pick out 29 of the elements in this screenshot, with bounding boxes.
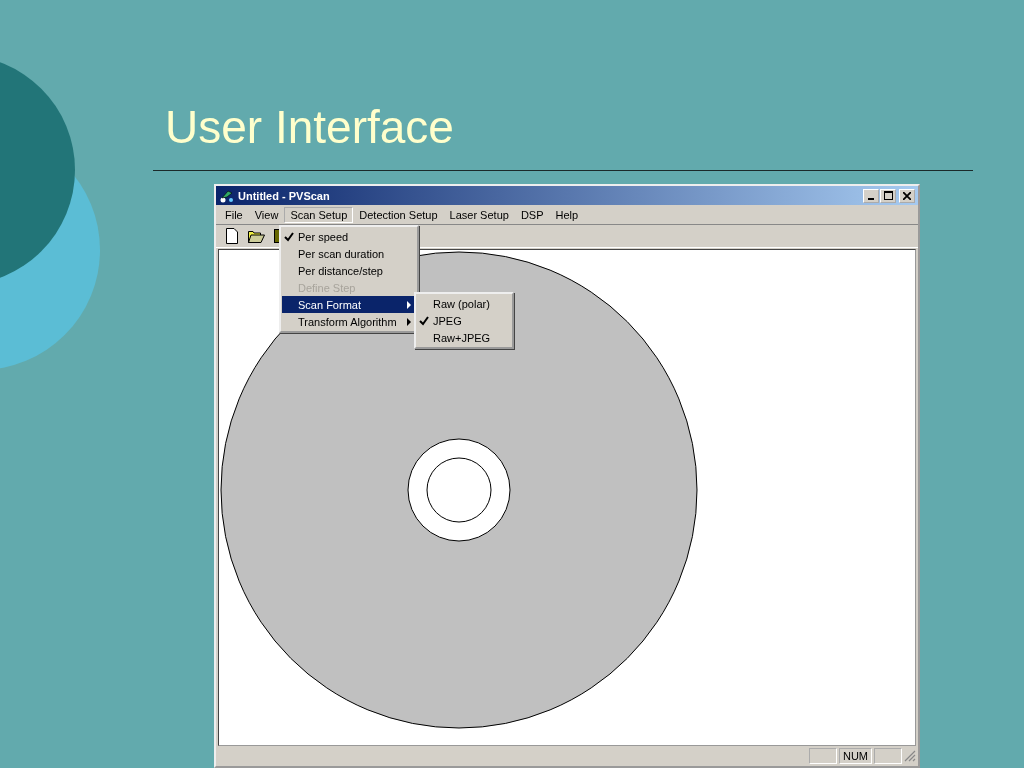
menu-option[interactable]: Per distance/step [282, 262, 416, 279]
status-indicator: NUM [838, 748, 872, 764]
menu-option[interactable]: Per speed [282, 228, 416, 245]
window-title: Untitled - PVScan [238, 189, 330, 202]
menu-item[interactable]: Laser Setup [443, 206, 515, 223]
maximize-button[interactable] [880, 188, 896, 203]
menu-item[interactable]: File [219, 206, 249, 223]
menu-option[interactable]: JPEG [417, 312, 511, 329]
slide-title: User Interface [165, 100, 455, 154]
menu-item[interactable]: Help [549, 206, 585, 223]
menu-option[interactable]: Raw (polar) [417, 295, 511, 312]
menu-item[interactable]: Detection Setup [353, 206, 444, 223]
menu-option[interactable]: Raw+JPEG [417, 329, 511, 346]
menu-item[interactable]: Scan Setup [284, 206, 354, 223]
menu-option[interactable]: Per scan duration [282, 245, 416, 262]
close-icon [903, 191, 911, 200]
resize-grip-icon[interactable] [904, 750, 916, 762]
menu-option[interactable]: Transform Algorithm [282, 313, 416, 330]
menu-item[interactable]: DSP [514, 206, 550, 223]
maximize-icon [883, 191, 893, 200]
new-file-icon[interactable] [225, 228, 239, 244]
minimize-icon [868, 197, 874, 200]
open-folder-icon[interactable] [248, 229, 265, 243]
close-button[interactable] [899, 188, 915, 203]
minimize-button[interactable] [863, 188, 879, 203]
menu-option[interactable]: Scan Format [282, 296, 416, 313]
status-panel [808, 748, 837, 764]
status-panel [874, 748, 902, 764]
menu-item[interactable]: View [248, 206, 285, 223]
